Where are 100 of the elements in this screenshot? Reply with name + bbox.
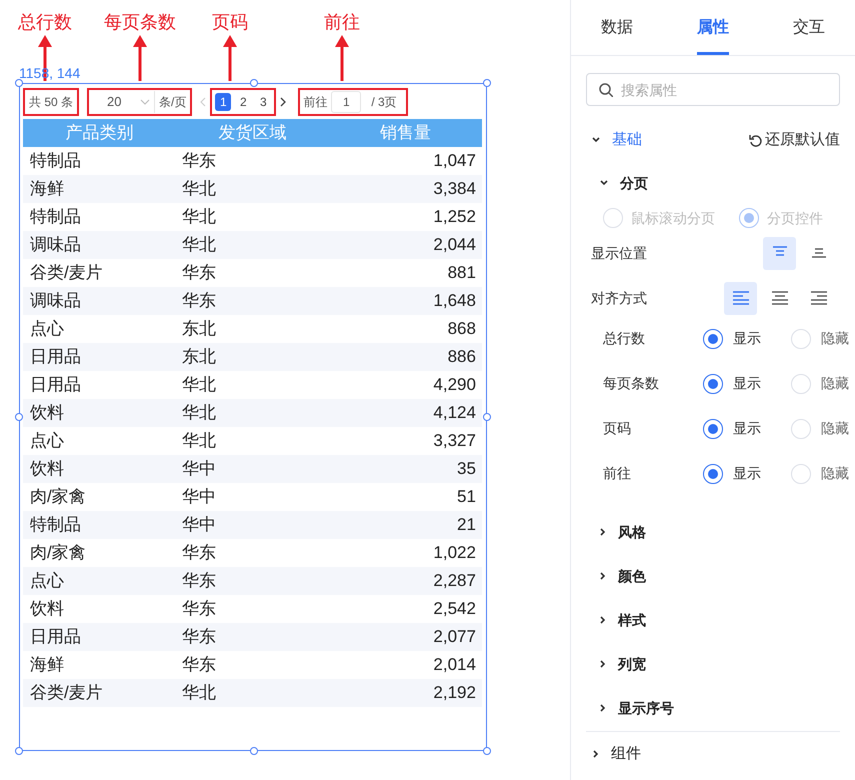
radio-button[interactable] (703, 328, 723, 348)
table-cell-text: 日用品 (29, 626, 82, 648)
section-title[interactable]: 基础 (612, 128, 642, 152)
table-cell-text: 华东 (180, 150, 217, 172)
table-row[interactable]: 海鲜 华北 3,384 (23, 175, 482, 203)
table-cell-text: 华北 (180, 206, 217, 228)
group-title[interactable]: 显示序号 (618, 698, 674, 718)
table-cell-text: 华东 (180, 262, 217, 284)
table-cell-text: 华东 (180, 598, 217, 620)
resize-handle[interactable] (15, 79, 23, 87)
table-cell-text: 饮料 (29, 458, 65, 480)
radio-label: 隐藏 (821, 329, 849, 348)
annotation-label: 每页条数 (104, 11, 176, 34)
table-cell-text: 华东 (180, 542, 217, 564)
chevron-right-icon[interactable] (600, 572, 606, 580)
radio-button[interactable] (703, 418, 723, 438)
chevron-right-icon[interactable] (280, 97, 286, 107)
resize-handle[interactable] (250, 747, 258, 755)
table-row[interactable]: 点心 华东 2,287 (23, 567, 482, 595)
group-title[interactable]: 样式 (618, 610, 646, 630)
table-row[interactable]: 日用品 东北 886 (23, 343, 482, 371)
selection-frame[interactable] (19, 83, 487, 751)
table-cell-text: 2,192 (432, 682, 477, 704)
resize-handle[interactable] (483, 79, 491, 87)
icon-toggle-button[interactable] (724, 282, 757, 314)
align-center-icon (770, 290, 788, 306)
table-cell-text: 华中 (180, 514, 217, 536)
resize-handle[interactable] (15, 747, 23, 755)
page-button[interactable]: 2 (235, 93, 252, 111)
field-label: 显示位置 (591, 244, 647, 262)
chevron-right-icon[interactable] (600, 660, 606, 668)
table-cell-text: 华中 (180, 458, 217, 480)
page-size-select[interactable]: 20 (89, 91, 156, 113)
table-row[interactable]: 调味品 华北 2,044 (23, 231, 482, 259)
table-cell-text: 1,252 (432, 206, 477, 228)
chevron-right-icon[interactable] (600, 528, 606, 536)
panel-tab[interactable]: 数据 (601, 0, 633, 55)
chevron-down-icon[interactable] (592, 137, 600, 143)
table-row[interactable]: 调味品 华东 1,648 (23, 287, 482, 315)
panel-tab[interactable]: 交互 (793, 0, 825, 55)
table-row[interactable]: 日用品 华东 2,077 (23, 623, 482, 651)
page-button[interactable]: 1 (215, 93, 232, 111)
radio-label: 隐藏 (821, 374, 849, 393)
table-cell-text: 特制品 (29, 206, 82, 228)
table-cell-text: 华东 (180, 654, 217, 676)
icon-toggle-button[interactable] (763, 236, 796, 270)
table-cell-text: 饮料 (29, 402, 65, 424)
group-title[interactable]: 风格 (618, 522, 646, 542)
page-total: / 3页 (370, 94, 398, 111)
table-cell-text: 华东 (180, 570, 217, 592)
table-row[interactable]: 饮料 华中 35 (23, 455, 482, 483)
group-title[interactable]: 列宽 (618, 654, 646, 674)
radio-label: 隐藏 (821, 419, 849, 438)
table-cell-text: 华北 (180, 430, 217, 452)
group-title[interactable]: 颜色 (618, 566, 646, 586)
goto-input[interactable]: 1 (331, 91, 362, 113)
table-cell-text: 2,542 (432, 598, 477, 620)
table-cell-text: 3,384 (432, 178, 477, 200)
resize-handle[interactable] (483, 413, 491, 421)
table-cell-text: 点心 (29, 430, 65, 452)
table-cell-text: 华北 (180, 682, 217, 704)
table-row[interactable]: 饮料 华北 4,124 (23, 399, 482, 427)
resize-handle[interactable] (483, 747, 491, 755)
search-field[interactable]: 搜索属性 (586, 73, 840, 106)
reset-button[interactable]: 还原默认值 (749, 128, 840, 152)
group-title[interactable]: 分页 (620, 172, 648, 194)
chevron-down-icon (140, 99, 150, 105)
table-cell-text: 特制品 (29, 150, 82, 172)
table-cell-text: 日用品 (29, 374, 82, 396)
table-cell-text: 饮料 (29, 598, 65, 620)
annotation-arrow (223, 35, 237, 81)
table-cell-text: 东北 (180, 346, 217, 368)
section-title[interactable]: 组件 (611, 742, 641, 766)
page-button[interactable]: 3 (255, 93, 272, 111)
table-row[interactable]: 谷类/麦片 华北 2,192 (23, 679, 482, 707)
table-row[interactable]: 特制品 华中 21 (23, 511, 482, 539)
search-icon (599, 83, 613, 97)
table-cell-text: 华东 (180, 626, 217, 648)
chevron-right-icon[interactable] (600, 616, 606, 624)
annotation-label: 页码 (212, 11, 248, 34)
radio-button[interactable] (703, 374, 723, 394)
table-cell-text: 华中 (180, 486, 217, 508)
resize-handle[interactable] (15, 413, 23, 421)
undo-icon (749, 134, 762, 146)
radio-label: 隐藏 (821, 464, 849, 483)
table-cell-text: 4,290 (432, 374, 477, 396)
radio-button[interactable] (703, 464, 723, 484)
annotation-arrow (133, 35, 147, 81)
resize-handle[interactable] (250, 79, 258, 87)
chevron-right-icon[interactable] (593, 750, 599, 758)
field-label: 前往 (603, 464, 632, 483)
table-cell-text: 华北 (180, 374, 217, 396)
chevron-down-icon[interactable] (600, 180, 608, 186)
table-cell-text: 东北 (180, 318, 217, 340)
page-size-value: 20 (107, 93, 122, 112)
table-cell-text: 2,014 (432, 654, 477, 676)
radio-label: 显示 (733, 329, 761, 348)
table-cell-text: 868 (446, 318, 477, 340)
panel-tab[interactable]: 属性 (697, 0, 729, 55)
chevron-right-icon[interactable] (600, 704, 606, 712)
